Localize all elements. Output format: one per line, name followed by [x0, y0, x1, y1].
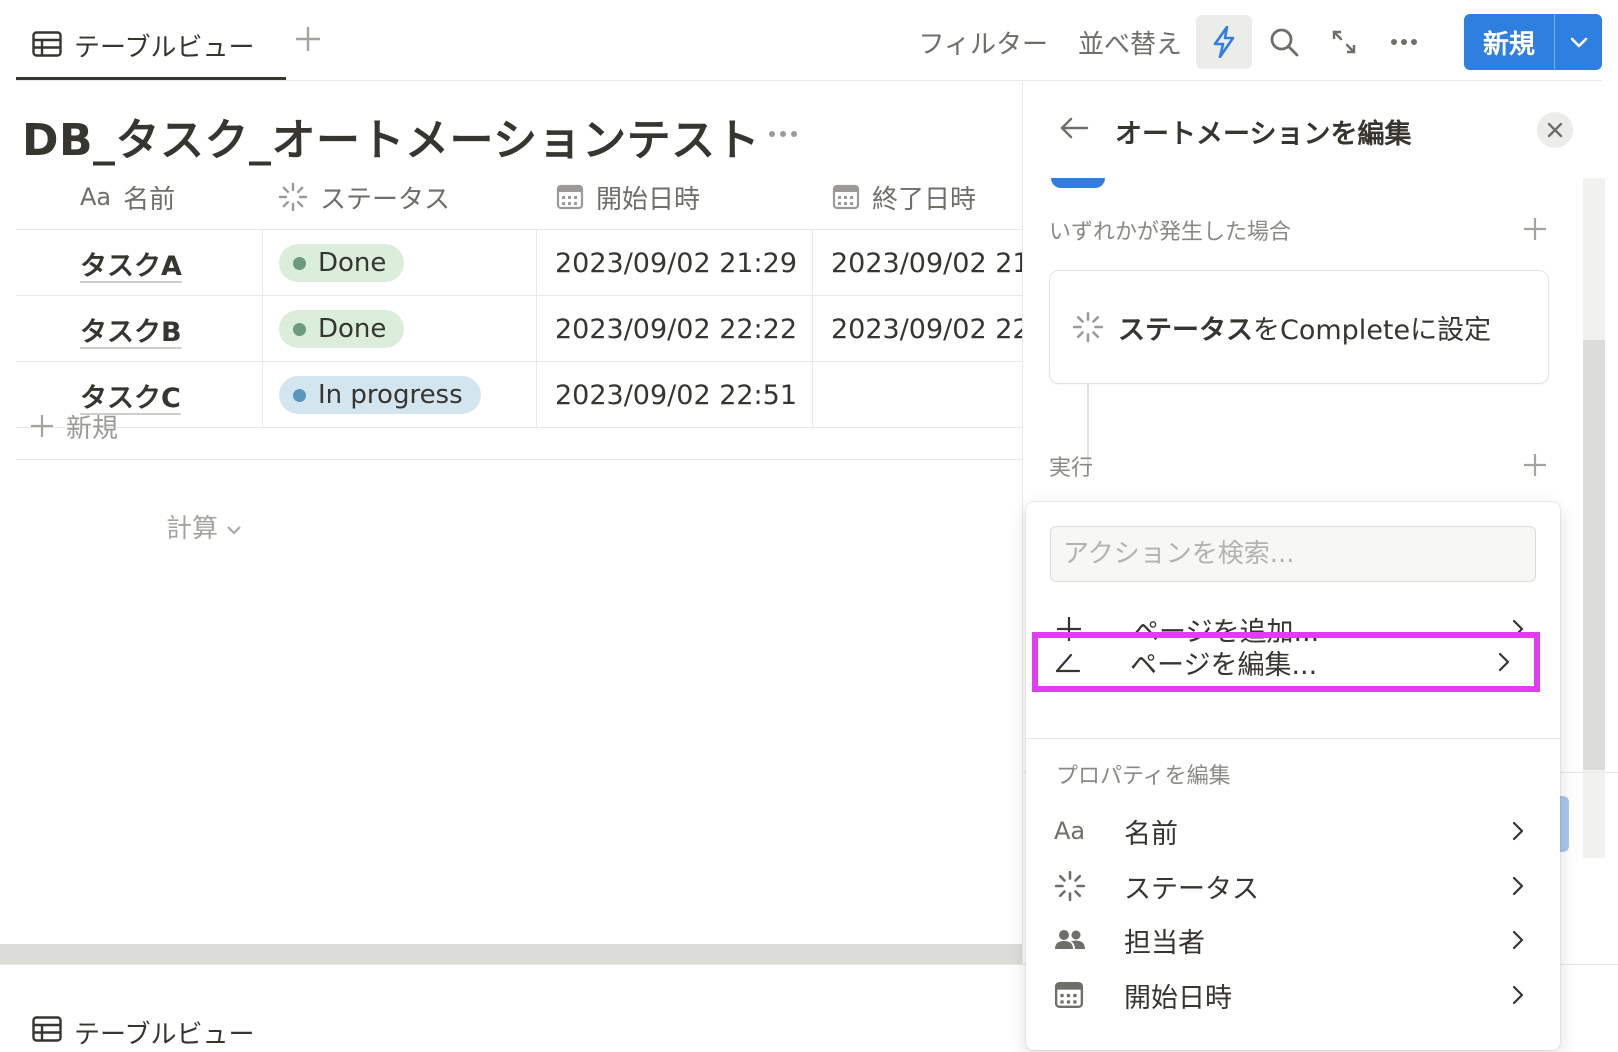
edit-pencil-icon: [1054, 632, 1082, 692]
trigger-card[interactable]: ステータスをCompleteに設定: [1049, 270, 1549, 384]
trigger-middle: を: [1253, 314, 1280, 346]
topbar-divider: [16, 80, 1602, 81]
chevron-right-icon: [1512, 804, 1524, 858]
menu-item-property-status[interactable]: ステータス: [1034, 859, 1552, 913]
title-more-icon[interactable]: [768, 112, 798, 145]
trigger-suffix: に設定: [1410, 314, 1492, 346]
trigger-property: ステータス: [1118, 314, 1253, 346]
status-label: Done: [318, 314, 387, 344]
row-start-date[interactable]: 2023/09/02 21:29: [536, 230, 812, 296]
status-label: Done: [318, 248, 387, 278]
chevron-right-icon: [1512, 859, 1524, 913]
column-header-label: ステータス: [320, 184, 451, 215]
trigger-value: Complete: [1280, 314, 1411, 346]
panel-title: オートメーションを編集: [1115, 119, 1412, 150]
page-title[interactable]: DB_タスク_オートメーションテスト: [22, 104, 760, 168]
table-row[interactable]: タスクB Done 2023/09/02 22:22 2023/09/02 22: [16, 296, 1022, 362]
status-badge: Done: [279, 310, 405, 348]
table-row[interactable]: タスクA Done 2023/09/02 21:29 2023/09/02 21: [16, 230, 1022, 296]
column-header-label: 開始日時: [596, 184, 701, 215]
status-property-icon: [1072, 311, 1104, 343]
add-trigger-plus-icon[interactable]: [1523, 214, 1547, 246]
calendar-icon: [832, 183, 860, 211]
toggle-sliver[interactable]: [1051, 178, 1105, 188]
database-table: Aa 名前 ステータス 開始日時 終了日時 タスクA Done 2023/09/…: [16, 164, 1022, 500]
menu-item-property-start-date[interactable]: 開始日時: [1034, 968, 1552, 1022]
menu-item-property-assignee[interactable]: 担当者: [1034, 913, 1552, 967]
calendar-icon: [1054, 968, 1084, 1022]
calendar-icon: [556, 183, 584, 211]
status-property-icon: [1054, 859, 1086, 913]
chevron-right-icon: [1498, 632, 1510, 692]
properties-section-label: プロパティを編集: [1056, 764, 1231, 789]
column-header-start[interactable]: 開始日時: [556, 164, 700, 230]
column-header-status[interactable]: ステータス: [278, 164, 450, 230]
table-header: Aa 名前 ステータス 開始日時 終了日時: [16, 164, 1022, 230]
chevron-down-icon: [226, 512, 242, 542]
column-header-label: 終了日時: [872, 184, 977, 215]
text-property-icon: Aa: [1054, 817, 1086, 845]
top-bar: テーブルビュー フィルター 並べ替え 新規: [0, 0, 1618, 82]
menu-item-label: 開始日時: [1124, 982, 1232, 1014]
add-action-plus-icon[interactable]: [1523, 450, 1547, 482]
new-button[interactable]: 新規: [1464, 14, 1602, 70]
calculate-label: 計算: [166, 514, 219, 544]
status-dot: [293, 322, 306, 336]
table-icon: [32, 1016, 62, 1049]
new-row-button[interactable]: 新規: [16, 394, 1022, 460]
filter-button[interactable]: フィルター: [919, 24, 1048, 61]
search-icon[interactable]: [1256, 15, 1312, 69]
row-name[interactable]: タスクA: [80, 230, 276, 296]
view-tab-table[interactable]: テーブルビュー: [16, 14, 286, 80]
status-property-icon: [278, 182, 308, 212]
plus-icon: [30, 408, 54, 446]
column-header-label: 名前: [123, 184, 176, 215]
row-end-date[interactable]: 2023/09/02 22: [812, 296, 1022, 362]
action-dropdown: ページを追加... ページを編集... プロパティを編集 Aa 名前 ステータス: [1026, 502, 1560, 1050]
people-icon: [1054, 913, 1086, 967]
chevron-down-icon[interactable]: [1554, 14, 1602, 70]
row-start-date[interactable]: 2023/09/02 22:22: [536, 296, 812, 362]
row-name[interactable]: タスクB: [80, 296, 276, 362]
menu-item-label: 名前: [1124, 818, 1178, 850]
automation-lightning-icon[interactable]: [1196, 15, 1252, 69]
row-status-cell[interactable]: Done: [262, 230, 536, 296]
sort-button[interactable]: 並べ替え: [1078, 24, 1182, 61]
chevron-right-icon: [1512, 913, 1524, 967]
column-header-name[interactable]: Aa 名前: [80, 164, 175, 230]
more-options-icon[interactable]: [1376, 15, 1432, 69]
row-end-date[interactable]: 2023/09/02 21: [812, 230, 1022, 296]
menu-item-label: ページを編集...: [1130, 649, 1318, 681]
menu-item-edit-page[interactable]: ページを編集...: [1032, 632, 1540, 692]
text-property-icon: Aa: [80, 183, 112, 211]
expand-icon[interactable]: [1316, 15, 1372, 69]
panel-header: オートメーションを編集: [1023, 82, 1618, 178]
new-row-label: 新規: [66, 414, 119, 444]
menu-item-label: 担当者: [1124, 927, 1205, 959]
calculate-button[interactable]: 計算: [166, 508, 242, 545]
trigger-section-label: いずれかが発生した場合: [1049, 220, 1292, 245]
new-button-label[interactable]: 新規: [1464, 14, 1554, 70]
trigger-text: ステータスをCompleteに設定: [1118, 308, 1491, 347]
menu-item-label: ステータス: [1124, 873, 1259, 905]
close-icon[interactable]: [1537, 112, 1573, 148]
add-view-plus-icon[interactable]: [294, 24, 322, 60]
chevron-right-icon: [1512, 968, 1524, 1022]
toolbar-actions: フィルター 並べ替え 新規: [919, 14, 1602, 70]
view-tab-label: テーブルビュー: [74, 33, 255, 63]
row-status-cell[interactable]: Done: [262, 296, 536, 362]
table-icon: [32, 30, 62, 61]
menu-item-property-name[interactable]: Aa 名前: [1034, 804, 1552, 858]
action-search-input[interactable]: [1050, 526, 1536, 582]
action-section-label: 実行: [1049, 456, 1094, 481]
dropdown-divider: [1026, 738, 1560, 739]
status-dot: [293, 256, 306, 270]
bottom-view-tab[interactable]: テーブルビュー: [32, 1014, 254, 1051]
status-badge: Done: [279, 244, 405, 282]
bottom-view-tab-label: テーブルビュー: [74, 1020, 255, 1050]
back-arrow-icon[interactable]: [1059, 116, 1089, 144]
panel-scrollbar-thumb[interactable]: [1583, 340, 1605, 770]
horizontal-scrollbar[interactable]: [0, 944, 1022, 964]
column-header-end[interactable]: 終了日時: [832, 164, 976, 230]
